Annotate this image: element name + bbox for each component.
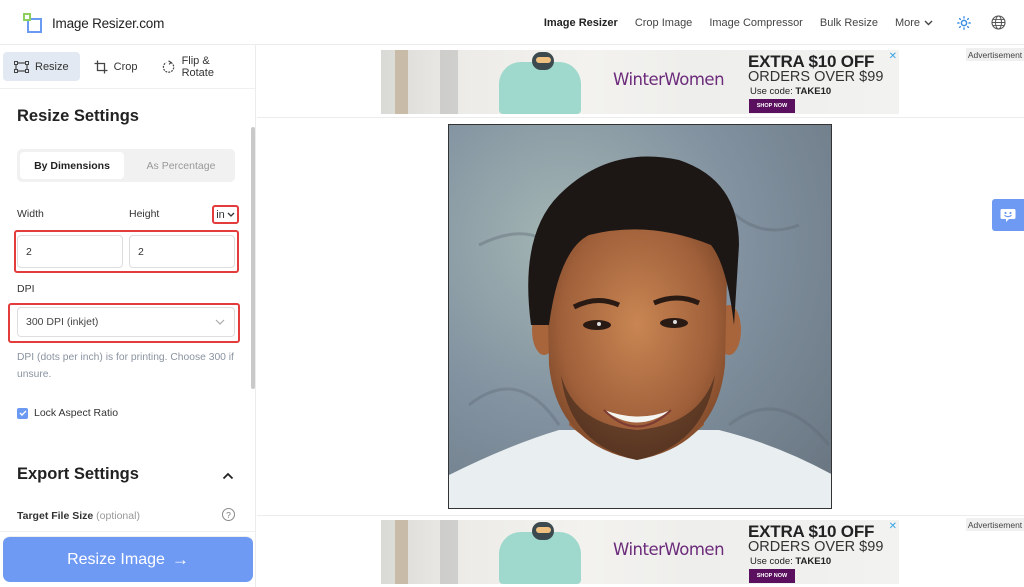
- advertisement-label: Advertisement: [966, 48, 1024, 61]
- ad-image-tree: [395, 520, 408, 584]
- unit-value: in: [216, 208, 225, 221]
- chevron-up-icon: [222, 472, 234, 480]
- ad-close-icon[interactable]: ✕: [889, 51, 897, 62]
- language-button[interactable]: [991, 15, 1006, 30]
- nav-image-compressor[interactable]: Image Compressor: [709, 17, 803, 29]
- width-input[interactable]: 2: [17, 235, 123, 268]
- arrow-right-icon: →: [171, 549, 189, 569]
- height-input-value: 2: [138, 245, 144, 258]
- optional-hint: (optional): [96, 510, 140, 522]
- target-file-size-label: Target File Size (optional): [17, 510, 140, 522]
- site-logo[interactable]: Image Resizer.com: [23, 13, 164, 33]
- export-settings-collapse-button[interactable]: [222, 467, 234, 485]
- nav-image-resizer[interactable]: Image Resizer: [544, 17, 618, 29]
- advertisement-label: Advertisement: [966, 518, 1024, 531]
- nav-crop-image[interactable]: Crop Image: [635, 17, 692, 29]
- dpi-select[interactable]: 300 DPI (inkjet): [17, 307, 235, 337]
- top-navigation-bar: Image Resizer.com Image Resizer Crop Ima…: [0, 0, 1024, 45]
- width-label: Width: [17, 208, 44, 220]
- ad-image-tree: [395, 50, 408, 114]
- main-nav: Image Resizer Crop Image Image Compresso…: [544, 0, 1006, 45]
- export-settings-title: Export Settings: [17, 465, 139, 483]
- crop-icon: [94, 60, 108, 73]
- target-file-size-text: Target File Size: [17, 510, 94, 522]
- chevron-down-icon: [215, 319, 225, 325]
- height-label: Height: [129, 208, 160, 220]
- ad-promo-code: Use code: TAKE10: [750, 556, 831, 567]
- settings-sidebar: Resize Crop Flip & Rotate Resize Setting…: [0, 45, 256, 587]
- ad-subheadline: ORDERS OVER $99: [748, 69, 884, 85]
- ad-image-goggles: [536, 57, 551, 63]
- ad-image-tree: [440, 520, 458, 584]
- lock-aspect-checkbox[interactable]: Lock Aspect Ratio: [17, 407, 118, 419]
- dpi-select-value: 300 DPI (inkjet): [26, 316, 99, 328]
- ad-shop-now-button[interactable]: SHOP NOW: [749, 99, 795, 113]
- logo-icon: [23, 13, 43, 33]
- rotate-icon: [163, 59, 175, 73]
- nav-more-label: More: [894, 16, 920, 29]
- lock-aspect-label: Lock Aspect Ratio: [34, 407, 119, 419]
- resize-icon: [14, 60, 29, 73]
- tab-flip-rotate-label: Flip & Rotate: [181, 54, 214, 79]
- ad-close-icon[interactable]: ✕: [889, 521, 897, 532]
- ad-code-prefix: Use code:: [750, 86, 793, 97]
- ad-brand: WinterWomen: [613, 70, 725, 89]
- theme-toggle-button[interactable]: [957, 15, 971, 30]
- resize-settings-title: Resize Settings: [17, 107, 139, 125]
- dpi-label: DPI: [17, 283, 35, 295]
- ad-image-tree: [440, 50, 458, 114]
- width-input-value: 2: [26, 245, 32, 258]
- ad-code: TAKE10: [795, 556, 832, 567]
- settings-panel: Resize Settings By Dimensions As Percent…: [0, 89, 256, 531]
- mode-by-dimensions[interactable]: By Dimensions: [20, 152, 124, 179]
- tab-crop[interactable]: Crop: [83, 52, 149, 81]
- resize-mode-toggle: By Dimensions As Percentage: [17, 149, 235, 182]
- ad-brand: WinterWomen: [613, 540, 725, 559]
- logo-text: Image Resizer.com: [52, 15, 165, 31]
- divider: [257, 515, 1024, 516]
- bottom-advertisement-banner[interactable]: WinterWomen EXTRA $10 OFF ORDERS OVER $9…: [381, 520, 899, 584]
- tab-crop-label: Crop: [113, 60, 138, 73]
- image-preview: [448, 124, 832, 509]
- resize-image-label: Resize Image: [67, 550, 165, 568]
- ad-shop-now-button[interactable]: SHOP NOW: [749, 569, 795, 583]
- globe-icon: [991, 15, 1006, 30]
- chevron-down-icon: [924, 20, 933, 25]
- portrait-image: [449, 125, 831, 508]
- ad-promo-code: Use code: TAKE10: [750, 86, 831, 97]
- chat-smiley-icon: [1000, 208, 1016, 222]
- divider: [0, 531, 256, 532]
- feedback-chat-button[interactable]: [992, 199, 1024, 231]
- ad-code-prefix: Use code:: [750, 556, 793, 567]
- preview-area: WinterWomen EXTRA $10 OFF ORDERS OVER $9…: [257, 45, 1024, 587]
- tab-resize[interactable]: Resize: [3, 52, 80, 81]
- dpi-help-text: DPI (dots per inch) is for printing. Cho…: [17, 352, 234, 380]
- help-icon[interactable]: ?: [222, 508, 235, 521]
- unit-select[interactable]: in: [212, 205, 239, 224]
- tab-flip-rotate[interactable]: Flip & Rotate: [151, 52, 252, 81]
- top-advertisement-banner[interactable]: WinterWomen EXTRA $10 OFF ORDERS OVER $9…: [381, 50, 899, 114]
- chevron-down-icon: [227, 212, 235, 217]
- sun-icon: [957, 15, 971, 30]
- tool-tabs: Resize Crop Flip & Rotate: [0, 45, 255, 89]
- height-input[interactable]: 2: [129, 235, 235, 268]
- mode-as-percentage[interactable]: As Percentage: [129, 152, 233, 179]
- ad-subheadline: ORDERS OVER $99: [748, 539, 884, 555]
- nav-bulk-resize[interactable]: Bulk Resize: [820, 17, 878, 29]
- nav-more-dropdown[interactable]: More: [895, 17, 933, 29]
- resize-image-button[interactable]: Resize Image →: [3, 536, 253, 582]
- ad-image-goggles: [536, 527, 551, 533]
- divider: [257, 117, 1024, 118]
- checkbox-checked-icon: [17, 407, 28, 419]
- sidebar-scrollbar[interactable]: [251, 127, 255, 389]
- ad-code: TAKE10: [795, 86, 832, 97]
- tab-resize-label: Resize: [35, 60, 69, 73]
